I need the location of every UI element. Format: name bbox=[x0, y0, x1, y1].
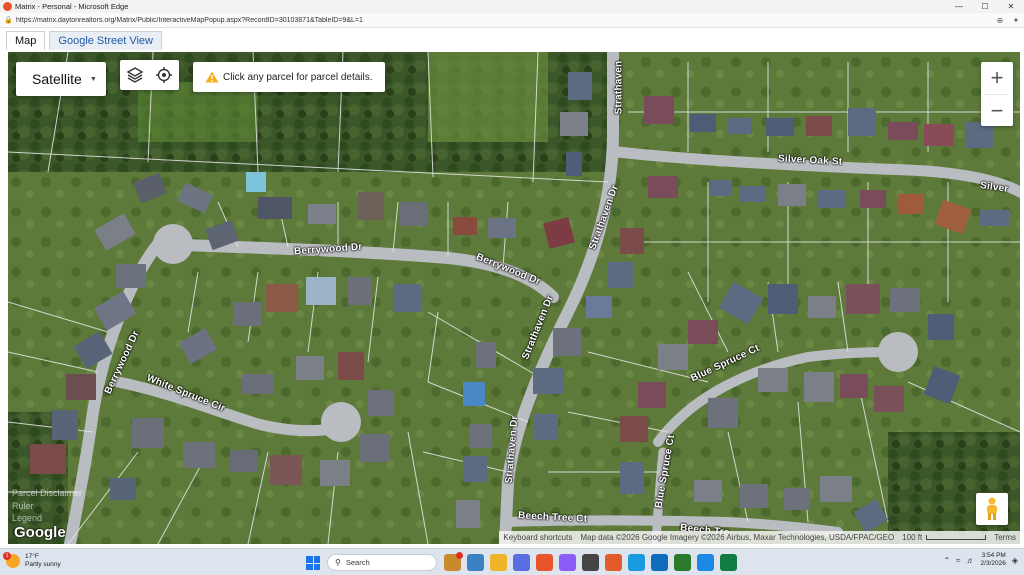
taskbar-app-icon[interactable] bbox=[536, 554, 553, 571]
volume-icon[interactable]: ♬ bbox=[967, 556, 975, 565]
map-tabs: Map Google Street View bbox=[0, 28, 1024, 50]
taskbar-app-icon[interactable] bbox=[467, 554, 484, 571]
minimize-button[interactable]: — bbox=[946, 0, 972, 13]
zoom-in-button[interactable]: + bbox=[981, 62, 1013, 94]
tab-street-view[interactable]: Google Street View bbox=[49, 31, 162, 50]
search-icon: ⚲ bbox=[335, 558, 341, 567]
url-field[interactable]: https://matrix.daytonrealtors.org/Matrix… bbox=[16, 17, 992, 24]
weather-desc: Partly sunny bbox=[25, 561, 61, 568]
ruler-link[interactable]: Ruler bbox=[12, 501, 34, 511]
system-tray: ⌃ ≈ ♬ 3:54 PM 2/3/2026 ◈ bbox=[943, 552, 1018, 568]
map-type-label: Satellite bbox=[32, 71, 82, 87]
google-logo: Google bbox=[14, 524, 66, 541]
map-tools bbox=[120, 60, 179, 90]
zoom-icon[interactable]: ⊕ bbox=[992, 16, 1008, 25]
pegman-icon bbox=[987, 497, 997, 520]
scale-label[interactable]: 100 ft bbox=[898, 533, 926, 542]
taskbar-app-icon[interactable] bbox=[674, 554, 691, 571]
parcel-notice: Click any parcel for parcel details. bbox=[193, 62, 385, 92]
taskbar-app-icon[interactable] bbox=[559, 554, 576, 571]
pinned-apps bbox=[444, 552, 737, 571]
zoom-out-button[interactable]: − bbox=[981, 95, 1013, 127]
clock-date: 2/3/2026 bbox=[980, 560, 1006, 567]
chevron-down-icon: ▼ bbox=[89, 75, 97, 83]
scale-bar bbox=[926, 535, 987, 540]
edge-app-icon bbox=[3, 2, 12, 11]
map-data-text: Map data ©2026 Google Imagery ©2026 Airb… bbox=[580, 533, 895, 542]
taskbar-app-icon[interactable] bbox=[651, 554, 668, 571]
title-bar: Matrix - Personal - Microsoft Edge — ☐ ✕ bbox=[0, 0, 1024, 13]
map-attribution: Keyboard shortcuts Map data ©2026 Google… bbox=[499, 531, 1020, 544]
notification-bell-icon[interactable]: ◈ bbox=[1012, 556, 1018, 565]
maximize-button[interactable]: ☐ bbox=[972, 0, 998, 13]
tab-map[interactable]: Map bbox=[6, 31, 46, 50]
satellite-map[interactable]: Berrywood Dr Berrywood Dr Berrywood Dr W… bbox=[8, 52, 1020, 544]
taskbar-app-icon[interactable] bbox=[697, 554, 714, 571]
weather-icon: 1 bbox=[3, 552, 20, 568]
taskbar: 1 17°F Partly sunny ⚲ Search ⌃ ≈ ♬ 3:54 … bbox=[0, 548, 1024, 575]
weather-temp: 17°F bbox=[25, 553, 39, 560]
close-button[interactable]: ✕ bbox=[998, 0, 1024, 13]
lock-icon[interactable]: 🔒 bbox=[4, 16, 13, 24]
copilot-icon[interactable]: ✦ bbox=[1008, 16, 1024, 25]
street-view-pegman-button[interactable] bbox=[976, 493, 1008, 525]
parcel-disclaimer-link[interactable]: Parcel Disclaimer bbox=[12, 488, 82, 498]
keyboard-shortcuts-link[interactable]: Keyboard shortcuts bbox=[499, 533, 576, 542]
taskbar-app-icon[interactable] bbox=[444, 552, 463, 571]
taskbar-app-icon[interactable] bbox=[628, 554, 645, 571]
chevron-up-icon[interactable]: ⌃ bbox=[943, 556, 950, 565]
warning-icon bbox=[205, 71, 219, 83]
app-notification-badge bbox=[456, 552, 463, 559]
locate-icon[interactable] bbox=[154, 65, 174, 85]
zoom-controls: + − bbox=[981, 62, 1013, 126]
map-type-dropdown[interactable]: Satellite ▼ bbox=[16, 62, 106, 96]
terms-link[interactable]: Terms bbox=[990, 533, 1020, 542]
address-bar: 🔒 https://matrix.daytonrealtors.org/Matr… bbox=[0, 13, 1024, 28]
windows-start-icon[interactable] bbox=[306, 556, 320, 570]
taskbar-search[interactable]: ⚲ Search bbox=[327, 554, 437, 571]
taskbar-app-icon[interactable] bbox=[605, 554, 622, 571]
window-title: Matrix - Personal - Microsoft Edge bbox=[15, 2, 129, 11]
clock-time: 3:54 PM bbox=[981, 552, 1006, 559]
layers-icon[interactable] bbox=[125, 65, 145, 85]
parcel-notice-text: Click any parcel for parcel details. bbox=[223, 71, 373, 83]
taskbar-app-icon[interactable] bbox=[720, 554, 737, 571]
wifi-icon[interactable]: ≈ bbox=[956, 556, 960, 565]
taskbar-app-icon[interactable] bbox=[513, 554, 530, 571]
taskbar-app-icon[interactable] bbox=[582, 554, 599, 571]
weather-badge: 1 bbox=[3, 552, 11, 560]
legend-link[interactable]: Legend bbox=[12, 513, 42, 523]
taskbar-app-icon[interactable] bbox=[490, 554, 507, 571]
search-placeholder: Search bbox=[345, 558, 370, 567]
weather-widget[interactable]: 1 17°F Partly sunny bbox=[3, 552, 61, 569]
road-label-strathaven-top: Strathaven bbox=[613, 60, 625, 115]
clock[interactable]: 3:54 PM 2/3/2026 bbox=[981, 552, 1006, 568]
